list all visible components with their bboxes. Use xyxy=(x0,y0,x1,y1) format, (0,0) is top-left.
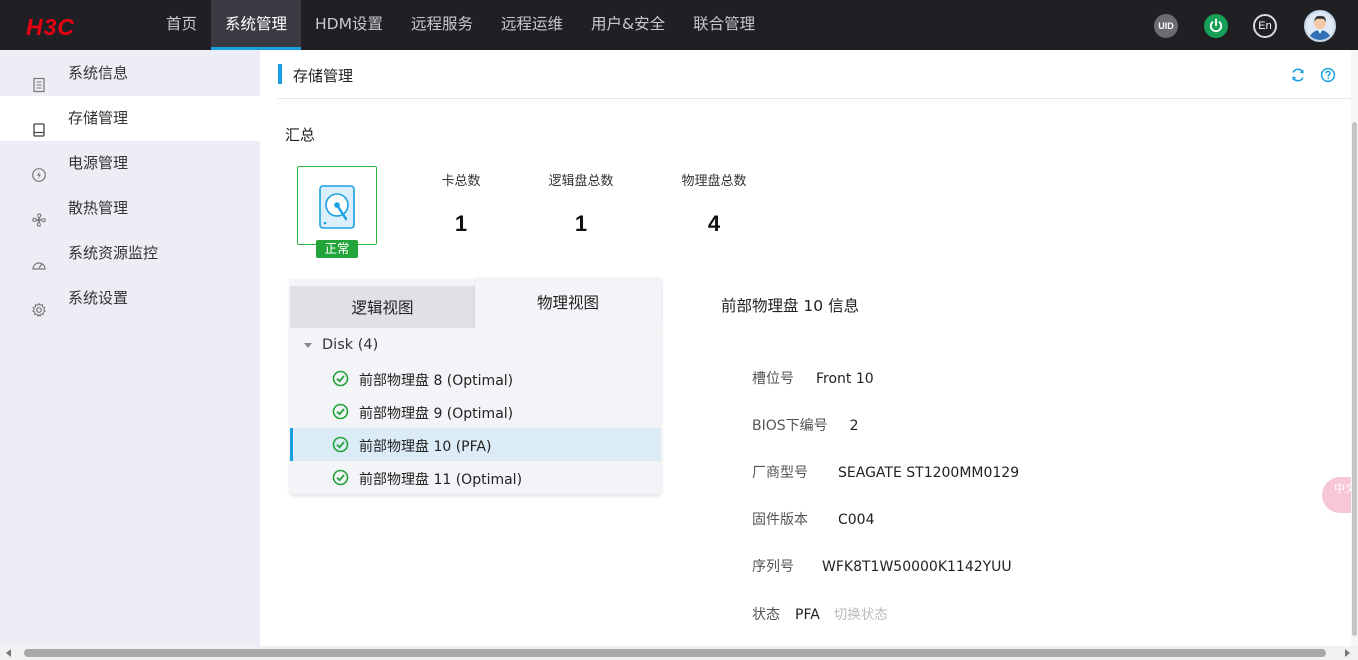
refresh-icon[interactable] xyxy=(1290,67,1306,83)
check-circle-icon xyxy=(332,403,349,420)
detail-row-bios-index: BIOS下编号 2 xyxy=(752,415,859,435)
detail-key: 厂商型号 xyxy=(752,465,808,481)
sidebar-item-label: 系统设置 xyxy=(68,289,129,307)
sidebar-item-cooling[interactable]: 散热管理 xyxy=(0,186,260,231)
tree-root-label: Disk (4) xyxy=(322,337,379,353)
stat-value: 1 xyxy=(574,211,588,236)
uid-button[interactable]: UID xyxy=(1154,14,1178,38)
check-circle-icon xyxy=(332,370,349,387)
check-circle-icon xyxy=(332,469,349,486)
h3c-logo[interactable]: H3C xyxy=(26,14,75,41)
sidebar-item-label: 系统信息 xyxy=(68,64,129,82)
nav-item-hdm-settings[interactable]: HDM设置 xyxy=(301,0,397,50)
title-accent-bar xyxy=(278,64,282,84)
detail-key: 固件版本 xyxy=(752,512,808,528)
sidebar-item-storage[interactable]: 存储管理 xyxy=(0,96,260,141)
stat-card-count: 卡总数 1 xyxy=(406,170,516,237)
vertical-scrollbar[interactable] xyxy=(1351,50,1358,646)
main-content: 存储管理 汇总 正常 卡总数 1 逻辑盘总数 1 物理盘总数 4 逻辑视图 物理… xyxy=(260,50,1358,646)
detail-value: SEAGATE ST1200MM0129 xyxy=(838,465,1020,481)
storage-status-card xyxy=(297,166,377,245)
nav-item-system-management[interactable]: 系统管理 xyxy=(211,0,302,50)
detail-row-slot: 槽位号 Front 10 xyxy=(752,368,874,388)
stat-value: 4 xyxy=(707,211,721,236)
scroll-left-arrow-icon[interactable] xyxy=(6,649,11,657)
horizontal-scroll-thumb[interactable] xyxy=(24,649,1326,657)
sidebar: 系统信息 存储管理 电源管理 散热管理 系统资源监控 系统设置 xyxy=(0,50,260,646)
help-icon[interactable] xyxy=(1320,67,1336,83)
tree-item-disk[interactable]: 前部物理盘 11 (Optimal) xyxy=(290,461,661,494)
nav-item-remote-ops[interactable]: 远程运维 xyxy=(487,0,577,50)
stat-value: 1 xyxy=(454,211,468,236)
sidebar-item-system-settings[interactable]: 系统设置 xyxy=(0,276,260,321)
caret-down-icon xyxy=(304,342,312,348)
language-toggle-button[interactable]: En xyxy=(1253,14,1277,38)
detail-row-serial: 序列号 WFK8T1W50000K1142YUU xyxy=(752,556,1012,576)
status-badge: 正常 xyxy=(316,240,358,258)
nav-item-home[interactable]: 首页 xyxy=(152,0,211,50)
disk-detail-title: 前部物理盘 10 信息 xyxy=(721,297,860,315)
tree-item-disk[interactable]: 前部物理盘 8 (Optimal) xyxy=(290,362,661,395)
detail-key: BIOS下编号 xyxy=(752,418,828,434)
stat-physical-disk-count: 物理盘总数 4 xyxy=(659,170,769,237)
tab-logical-view[interactable]: 逻辑视图 xyxy=(290,286,475,328)
gear-icon xyxy=(31,291,47,318)
page-header: 存储管理 xyxy=(278,50,1358,99)
detail-key: 槽位号 xyxy=(752,371,794,387)
sidebar-item-label: 系统资源监控 xyxy=(68,244,159,262)
detail-value: Front 10 xyxy=(816,371,874,387)
nav-item-user-security[interactable]: 用户&安全 xyxy=(577,0,679,50)
sidebar-item-label: 电源管理 xyxy=(68,154,129,172)
view-tabs-panel: 逻辑视图 物理视图 Disk (4) 前部物理盘 8 (Optimal) 前部物… xyxy=(290,279,661,494)
disk-label: 前部物理盘 9 (Optimal) xyxy=(359,406,514,422)
sidebar-item-power[interactable]: 电源管理 xyxy=(0,141,260,186)
main-nav: 首页 系统管理 HDM设置 远程服务 远程运维 用户&安全 联合管理 xyxy=(152,0,769,50)
sidebar-item-system-info[interactable]: 系统信息 xyxy=(0,51,260,96)
tree-item-disk-selected[interactable]: 前部物理盘 10 (PFA) xyxy=(290,428,661,461)
top-navigation-bar: H3C 首页 系统管理 HDM设置 远程服务 远程运维 用户&安全 联合管理 U… xyxy=(0,0,1358,50)
sidebar-item-resource-monitor[interactable]: 系统资源监控 xyxy=(0,231,260,276)
horizontal-scrollbar[interactable] xyxy=(0,646,1358,660)
user-avatar[interactable] xyxy=(1304,10,1336,42)
stat-label: 逻辑盘总数 xyxy=(548,174,614,189)
power-bolt-icon xyxy=(31,156,47,182)
detail-value: WFK8T1W50000K1142YUU xyxy=(822,559,1012,575)
hard-drive-icon xyxy=(31,111,47,137)
check-circle-icon xyxy=(332,436,349,453)
tree-node-disk-root[interactable]: Disk (4) xyxy=(304,337,378,353)
scroll-right-arrow-icon[interactable] xyxy=(1345,649,1350,657)
vertical-scroll-thumb[interactable] xyxy=(1352,122,1357,636)
nav-item-remote-service[interactable]: 远程服务 xyxy=(397,0,487,50)
detail-row-vendor-model: 厂商型号 SEAGATE ST1200MM0129 xyxy=(752,462,1019,482)
stat-logical-disk-count: 逻辑盘总数 1 xyxy=(526,170,636,237)
page-title: 存储管理 xyxy=(293,67,354,85)
fan-icon xyxy=(31,201,47,227)
detail-value: 2 xyxy=(849,418,859,434)
detail-key: 状态 xyxy=(752,607,780,623)
detail-key: 序列号 xyxy=(752,559,794,575)
disk-label: 前部物理盘 10 (PFA) xyxy=(359,439,492,455)
stat-label: 卡总数 xyxy=(441,174,481,189)
power-icon[interactable] xyxy=(1204,14,1228,38)
detail-row-state: 状态 PFA 切换状态 xyxy=(752,603,888,624)
tab-physical-view[interactable]: 物理视图 xyxy=(475,279,661,328)
disk-label: 前部物理盘 8 (Optimal) xyxy=(359,373,514,389)
sidebar-item-label: 存储管理 xyxy=(68,109,129,127)
disk-label: 前部物理盘 11 (Optimal) xyxy=(359,472,523,488)
document-list-icon xyxy=(31,66,47,93)
switch-state-link[interactable]: 切换状态 xyxy=(834,607,888,623)
summary-heading: 汇总 xyxy=(285,126,316,144)
sidebar-item-label: 散热管理 xyxy=(68,199,129,217)
detail-row-firmware: 固件版本 C004 xyxy=(752,509,875,529)
nav-item-federated-management[interactable]: 联合管理 xyxy=(679,0,769,50)
hard-disk-icon xyxy=(319,185,355,229)
gauge-icon xyxy=(31,246,47,270)
detail-value: PFA xyxy=(795,607,820,623)
detail-value: C004 xyxy=(838,512,875,528)
stat-label: 物理盘总数 xyxy=(681,174,747,189)
tree-item-disk[interactable]: 前部物理盘 9 (Optimal) xyxy=(290,395,661,428)
